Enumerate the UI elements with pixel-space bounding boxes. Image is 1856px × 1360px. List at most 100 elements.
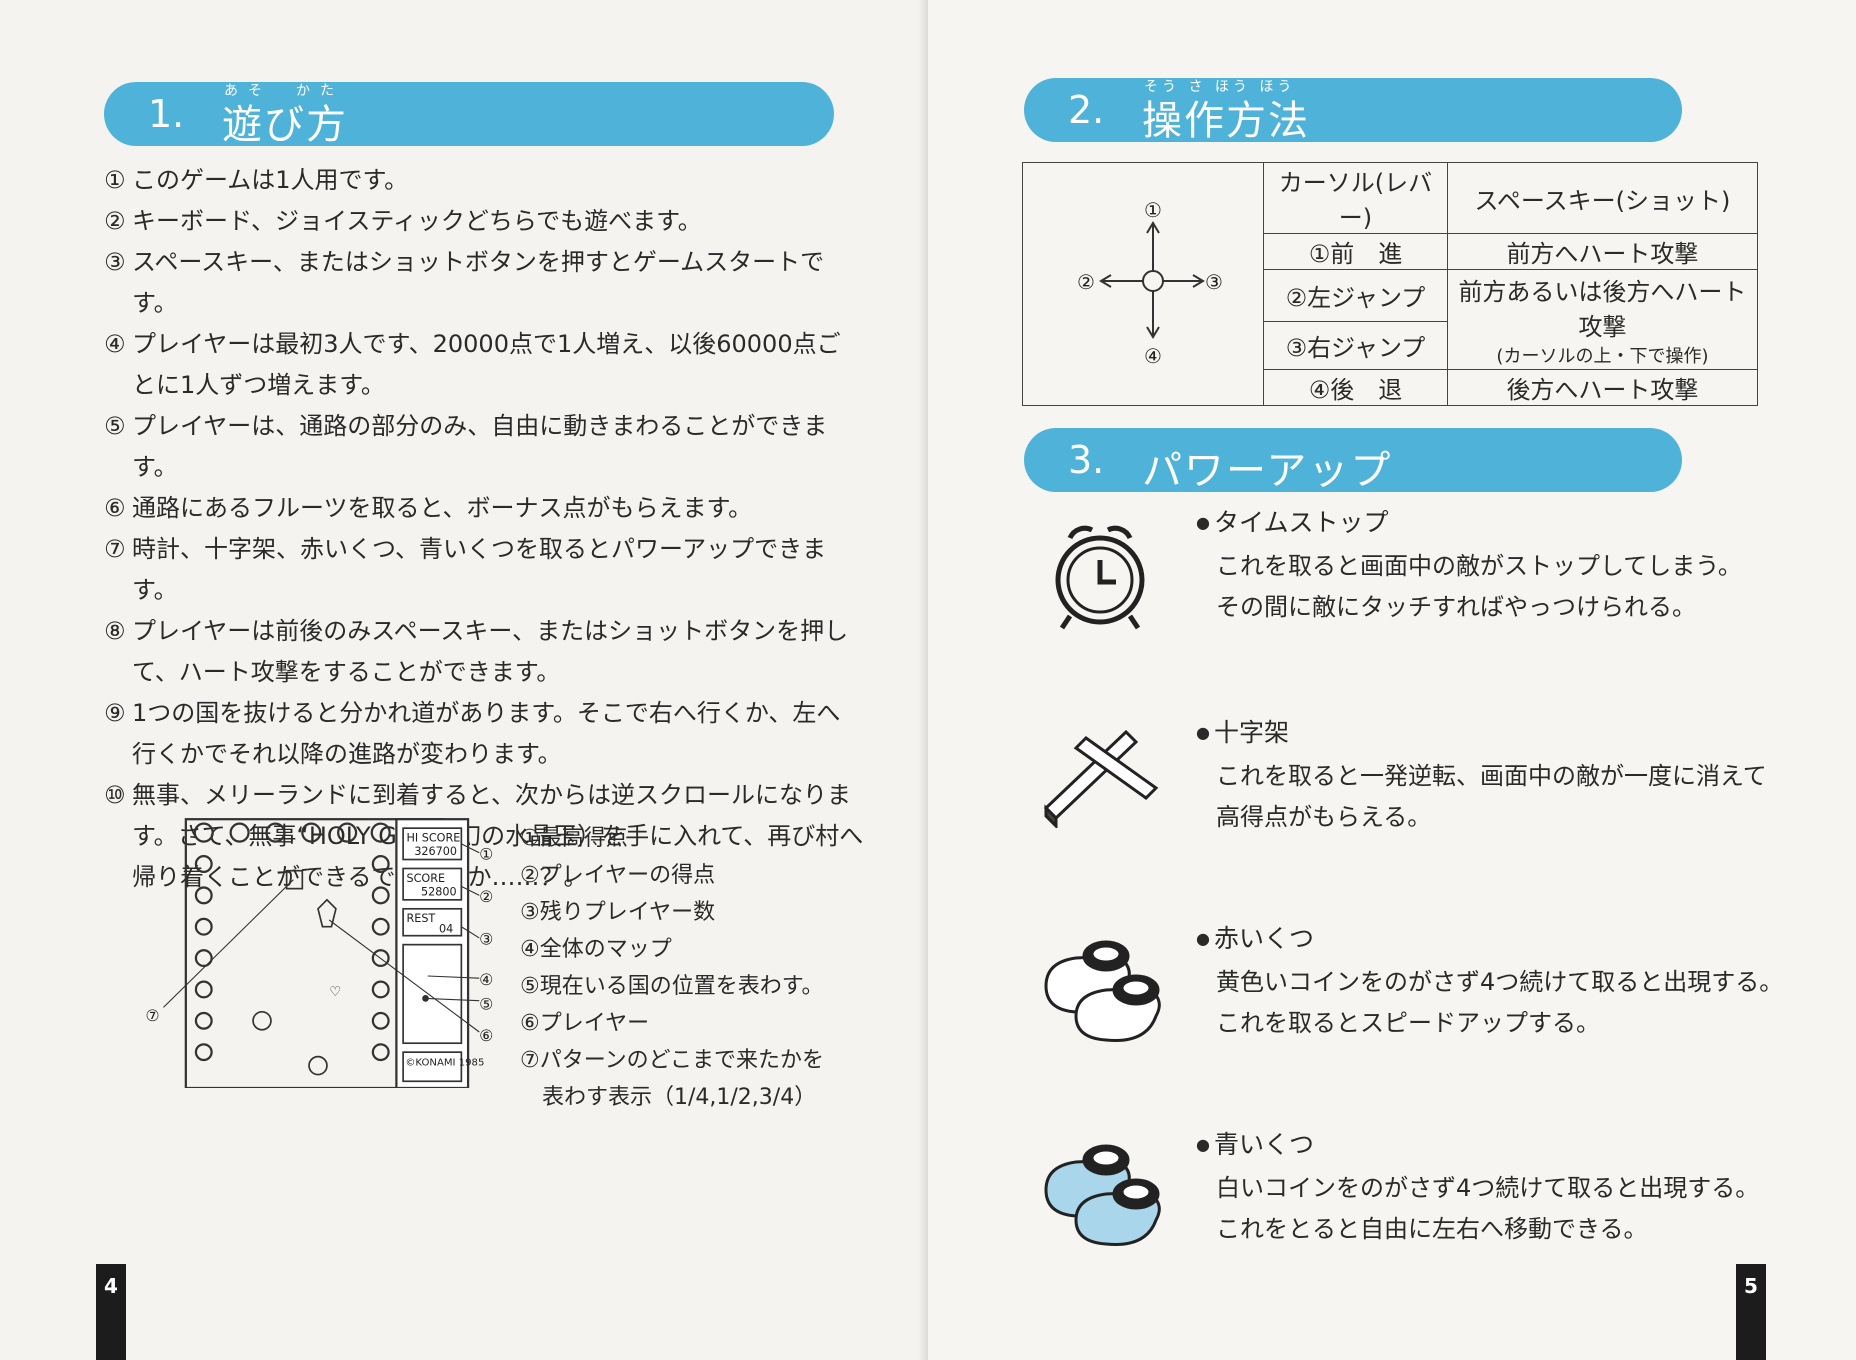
section2-title: 操作方法: [1142, 98, 1310, 144]
callout-7: ⑦: [146, 1006, 160, 1025]
rule-item: ⑥ 通路にあるフルーツを取ると、ボーナス点がもらえます。: [104, 488, 864, 529]
enemy-sprite: [252, 1011, 272, 1031]
alarm-clock-icon: [1055, 525, 1145, 630]
callout-3: ③: [479, 930, 493, 949]
rule-text: プレイヤーは前後のみスペースキー、またはショットボタンを押して、ハート攻撃をする…: [132, 617, 849, 686]
section1-title: 遊び方: [222, 102, 348, 148]
score-value: 52800: [421, 885, 457, 898]
copyright: ©KONAMI 1985: [405, 1058, 484, 1069]
callout-5: ⑤: [479, 995, 493, 1014]
screen-legend: ①最高得点 ②プレイヤーの得点 ③残りプレイヤー数 ④全体のマップ ⑤現在いる国…: [520, 820, 880, 1116]
score-label: SCORE: [406, 872, 445, 885]
rule-text: キーボード、ジョイスティックどちらでも遊べます。: [132, 207, 702, 235]
space-header: スペースキー(ショット): [1446, 162, 1759, 234]
cursor-cell: ①前 進: [1263, 233, 1448, 270]
section1-banner: あそ かた 1. 遊び方: [104, 82, 834, 148]
section1-number: 1.: [148, 92, 185, 136]
rule-mark: ④: [104, 330, 126, 358]
page-number-right: 5: [1736, 1264, 1766, 1360]
cursor-cell: ④後 退: [1263, 369, 1448, 406]
legend-item: ①最高得点: [520, 826, 628, 851]
callout-4: ④: [479, 970, 493, 989]
dir-back: ④: [1144, 344, 1162, 368]
legend-item: ④全体のマップ: [520, 937, 672, 962]
rule-text: 1つの国を抜けると分かれ道があります。そこで右へ行くか、左へ行くかでそれ以降の進…: [132, 699, 841, 768]
rule-item: ⑤ プレイヤーは、通路の部分のみ、自由に動きまわることができます。: [104, 406, 864, 488]
legend-item: ⑥プレイヤー: [520, 1011, 650, 1036]
legend-item: ②プレイヤーの得点: [520, 863, 716, 888]
powerup-name: 青いくつ: [1196, 1124, 1796, 1168]
rule-text: このゲームは1人用です。: [132, 166, 409, 194]
section3-number: 3.: [1068, 438, 1105, 482]
powerup-red-shoes: 赤いくつ 黄色いコインをのがさず4つ続けて取ると出現する。 これを取るとスピード…: [1196, 918, 1796, 1044]
callout-2: ②: [479, 887, 493, 906]
rule-mark: ②: [104, 207, 126, 235]
rule-mark: ⑤: [104, 412, 126, 440]
powerup-line: 高得点がもらえる。: [1216, 803, 1432, 831]
direction-diagram: ① ② ③ ④: [1077, 198, 1223, 368]
legend-item: ⑤現在いる国の位置を表わす。: [520, 974, 824, 999]
rule-item: ⑨ 1つの国を抜けると分かれ道があります。そこで右へ行くか、左へ行くかでそれ以降の…: [104, 693, 864, 775]
space-cell: 前方へハート攻撃: [1446, 233, 1759, 270]
legend-item: 表わす表示（1/4,1/2,3/4）: [542, 1085, 817, 1110]
powerup-name: タイムストップ: [1196, 502, 1796, 546]
tree-border: [193, 822, 391, 1062]
section3-banner: 3. パワーアップ: [1024, 428, 1682, 494]
rule-text: プレイヤーは最初3人です、20000点で1人増え、以後60000点ごとに1人ずつ…: [132, 330, 841, 399]
blue-shoes-icon: [1044, 1144, 1161, 1246]
space-cell: 後方へハート攻撃: [1446, 369, 1759, 406]
legend-item: ⑦パターンのどこまで来たかを: [520, 1048, 824, 1073]
space-cell-jump: 前方あるいは後方へハート攻撃 (カーソルの上・下で操作): [1446, 269, 1759, 370]
rest-value: 04: [439, 922, 453, 935]
cursor-cell: ③右ジャンプ: [1263, 320, 1448, 370]
rule-item: ⑦ 時計、十字架、赤いくつ、青いくつを取るとパワーアップできます。: [104, 529, 864, 611]
red-shoes-icon: [1044, 940, 1161, 1042]
cursor-cell: ②左ジャンプ: [1263, 269, 1448, 322]
space-cell-note: (カーソルの上・下で操作): [1496, 345, 1709, 367]
powerup-timestop: タイムストップ これを取ると画面中の敵がストップしてしまう。 その間に敵にタッチ…: [1196, 502, 1796, 628]
controls-table: ① ② ③ ④ カーソル(レバー) スペースキー(ショット) ①前 進 前方へハ…: [1022, 162, 1759, 406]
hiscore-label: HI SCORE: [406, 832, 460, 845]
rule-mark: ⑧: [104, 617, 126, 645]
callout-1: ①: [479, 845, 493, 864]
callout-6: ⑥: [479, 1026, 493, 1045]
powerup-blue-shoes: 青いくつ 白いコインをのがさず4つ続けて取ると出現する。 これをとると自由に左右…: [1196, 1124, 1796, 1250]
rules-list: ① このゲームは1人用です。 ② キーボード、ジョイスティックどちらでも遊べます。 …: [104, 160, 864, 898]
powerup-line: その間に敵にタッチすればやっつけられる。: [1216, 593, 1696, 621]
legend-item: ③残りプレイヤー数: [520, 900, 716, 925]
page-number-left: 4: [96, 1264, 126, 1360]
rule-mark: ③: [104, 248, 126, 276]
rule-text: 時計、十字架、赤いくつ、青いくつを取るとパワーアップできます。: [132, 535, 827, 604]
rule-mark: ①: [104, 166, 126, 194]
rule-mark: ⑥: [104, 494, 126, 522]
rule-text: スペースキー、またはショットボタンを押すとゲームスタートです。: [132, 248, 825, 317]
powerup-name: 十字架: [1196, 712, 1796, 756]
powerup-line: 白いコインをのがさず4つ続けて取ると出現する。: [1216, 1174, 1760, 1202]
rule-mark: ⑦: [104, 535, 126, 563]
section2-banner: そう さ ほう ほう 2. 操作方法: [1024, 78, 1682, 144]
rule-item: ② キーボード、ジョイスティックどちらでも遊べます。: [104, 201, 864, 242]
hiscore-value: 326700: [414, 845, 457, 858]
space-cell-text: 前方あるいは後方へハート攻撃: [1458, 277, 1747, 341]
rule-item: ③ スペースキー、またはショットボタンを押すとゲームスタートです。: [104, 242, 864, 324]
dir-right: ③: [1205, 270, 1223, 294]
rule-text: プレイヤーは、通路の部分のみ、自由に動きまわることができます。: [132, 412, 828, 481]
progress-marker: [285, 869, 304, 890]
heart-icon: ♡: [329, 985, 341, 1000]
rule-text: 通路にあるフルーツを取ると、ボーナス点がもらえます。: [132, 494, 753, 522]
section3-title: パワーアップ: [1142, 448, 1393, 494]
dir-forward: ①: [1144, 198, 1162, 222]
cross-icon: [1043, 729, 1159, 828]
rule-item: ⑧ プレイヤーは前後のみスペースキー、またはショットボタンを押して、ハート攻撃をす…: [104, 611, 864, 693]
powerup-cross: 十字架 これを取ると一発逆転、画面中の敵が一度に消えて 高得点がもらえる。: [1196, 712, 1796, 838]
enemy-sprite: [308, 1055, 328, 1076]
powerup-line: これを取るとスピードアップする。: [1216, 1009, 1600, 1037]
rule-item: ① このゲームは1人用です。: [104, 160, 864, 201]
powerup-line: これを取ると画面中の敵がストップしてしまう。: [1216, 552, 1742, 580]
direction-diagram-cell: ① ② ③ ④: [1022, 162, 1264, 406]
left-page: あそ かた 1. 遊び方 ① このゲームは1人用です。 ② キーボード、ジョイスティ…: [0, 0, 928, 1360]
manual-spread: あそ かた 1. 遊び方 ① このゲームは1人用です。 ② キーボード、ジョイスティ…: [0, 0, 1856, 1360]
cursor-header: カーソル(レバー): [1263, 162, 1448, 234]
game-screen-diagram: ♡ HI SCORE 326700 SCORE 52800 REST 04 ©K…: [146, 818, 493, 1088]
powerup-line: 黄色いコインをのがさず4つ続けて取ると出現する。: [1216, 968, 1784, 996]
